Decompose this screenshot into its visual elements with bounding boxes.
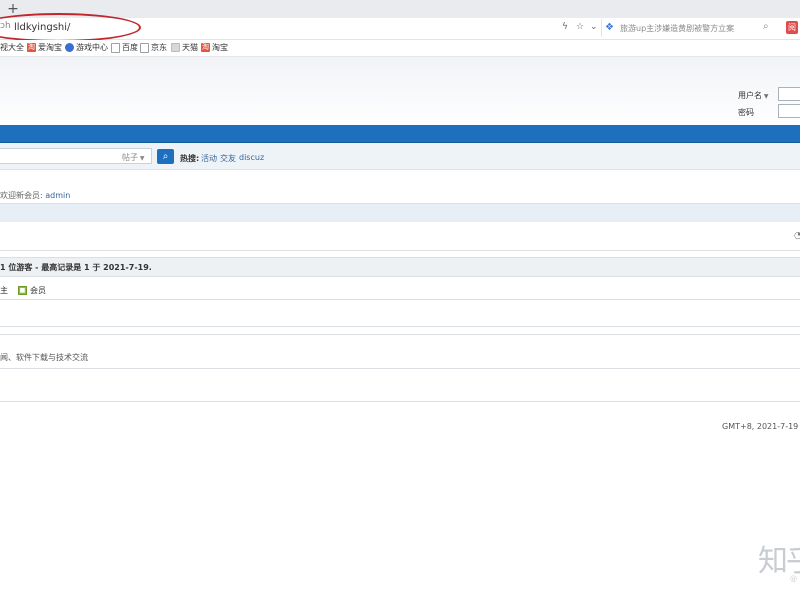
tab-strip xyxy=(0,0,800,19)
forum-box xyxy=(0,222,800,251)
footer-time: GMT+8, 2021-7-19 15:10 xyxy=(722,422,800,431)
online-stats: 1 位游客 - 最高记录是 1 于 2021-7-19. xyxy=(0,263,152,272)
paw-icon: ❖ xyxy=(605,22,614,33)
bookmark-item[interactable]: 百度 xyxy=(111,42,138,53)
bookmark-label: 百度 xyxy=(122,43,138,52)
watermark-sub: @ xyxy=(790,575,797,583)
lightning-icon[interactable]: ϟ xyxy=(562,22,568,32)
bookmark-label: 天猫 xyxy=(182,43,198,52)
chevron-down-icon: ▼ xyxy=(762,93,769,100)
chevron-down-icon: ▼ xyxy=(138,155,145,162)
bookmark-item[interactable]: 淘 爱淘宝 xyxy=(27,42,62,53)
username-label[interactable]: 用户名 ▼ xyxy=(738,90,769,101)
search-button[interactable]: ⌕ xyxy=(157,149,174,164)
bookmark-item[interactable]: 游戏中心 xyxy=(65,42,108,53)
extension-icon[interactable]: 阅 xyxy=(786,21,798,34)
search-icon: ⌕ xyxy=(162,151,169,162)
member-icon: ■ xyxy=(18,286,27,295)
bookmark-item[interactable]: 视大全 xyxy=(0,42,24,53)
taobao-icon: 淘 xyxy=(201,43,210,52)
site-header xyxy=(0,57,800,125)
divider xyxy=(0,401,800,402)
page-icon xyxy=(111,42,120,53)
star-icon[interactable]: ☆ xyxy=(576,22,584,32)
bookmark-label: 爱淘宝 xyxy=(38,43,62,52)
bookmark-label: 京东 xyxy=(151,43,167,52)
hot-link[interactable]: discuz xyxy=(239,153,264,162)
taobao-icon: 淘 xyxy=(27,43,36,52)
search-icon[interactable]: ⌕ xyxy=(763,21,769,32)
page-icon xyxy=(140,42,149,53)
grid-icon xyxy=(171,43,180,52)
main-nav xyxy=(0,125,800,143)
divider xyxy=(0,334,800,335)
zhihu-watermark: 知乎 xyxy=(758,544,800,579)
divider xyxy=(0,326,800,327)
hot-link[interactable]: 活动 xyxy=(201,153,217,164)
game-icon xyxy=(65,43,74,52)
divider xyxy=(0,368,800,369)
new-member-link[interactable]: admin xyxy=(45,191,70,200)
username-input[interactable] xyxy=(778,87,800,101)
legend-admin: 主 xyxy=(0,286,8,295)
site-description: 闻、软件下载与技术交流 xyxy=(0,353,88,362)
chevron-down-icon[interactable]: ⌄ xyxy=(590,22,598,32)
legend-member: ■ 会员 xyxy=(18,286,46,295)
welcome-text: 欢迎新会员: xyxy=(0,191,43,200)
bookmark-item[interactable]: 天猫 xyxy=(171,42,198,53)
hot-link[interactable]: 交友 xyxy=(220,153,236,164)
hot-search-label: 热搜: xyxy=(180,154,200,163)
password-input[interactable] xyxy=(778,104,800,118)
divider xyxy=(0,299,800,300)
bookmark-label: 淘宝 xyxy=(212,43,228,52)
bookmark-label: 视大全 xyxy=(0,43,24,52)
welcome-line: 欢迎新会员: admin xyxy=(0,190,70,201)
bookmark-label: 游戏中心 xyxy=(76,43,108,52)
collapse-icon[interactable]: ◔ xyxy=(794,231,800,241)
bookmark-item[interactable]: 京东 xyxy=(140,42,167,53)
search-type-select[interactable]: 帖子 ▼ xyxy=(122,152,145,163)
browser-search-placeholder[interactable]: 旅游up主涉嫌造黄剧被警方立案 xyxy=(620,23,760,34)
bookmark-item[interactable]: 淘 淘宝 xyxy=(201,42,228,53)
password-label: 密码 xyxy=(738,108,754,117)
section-header xyxy=(0,203,800,223)
